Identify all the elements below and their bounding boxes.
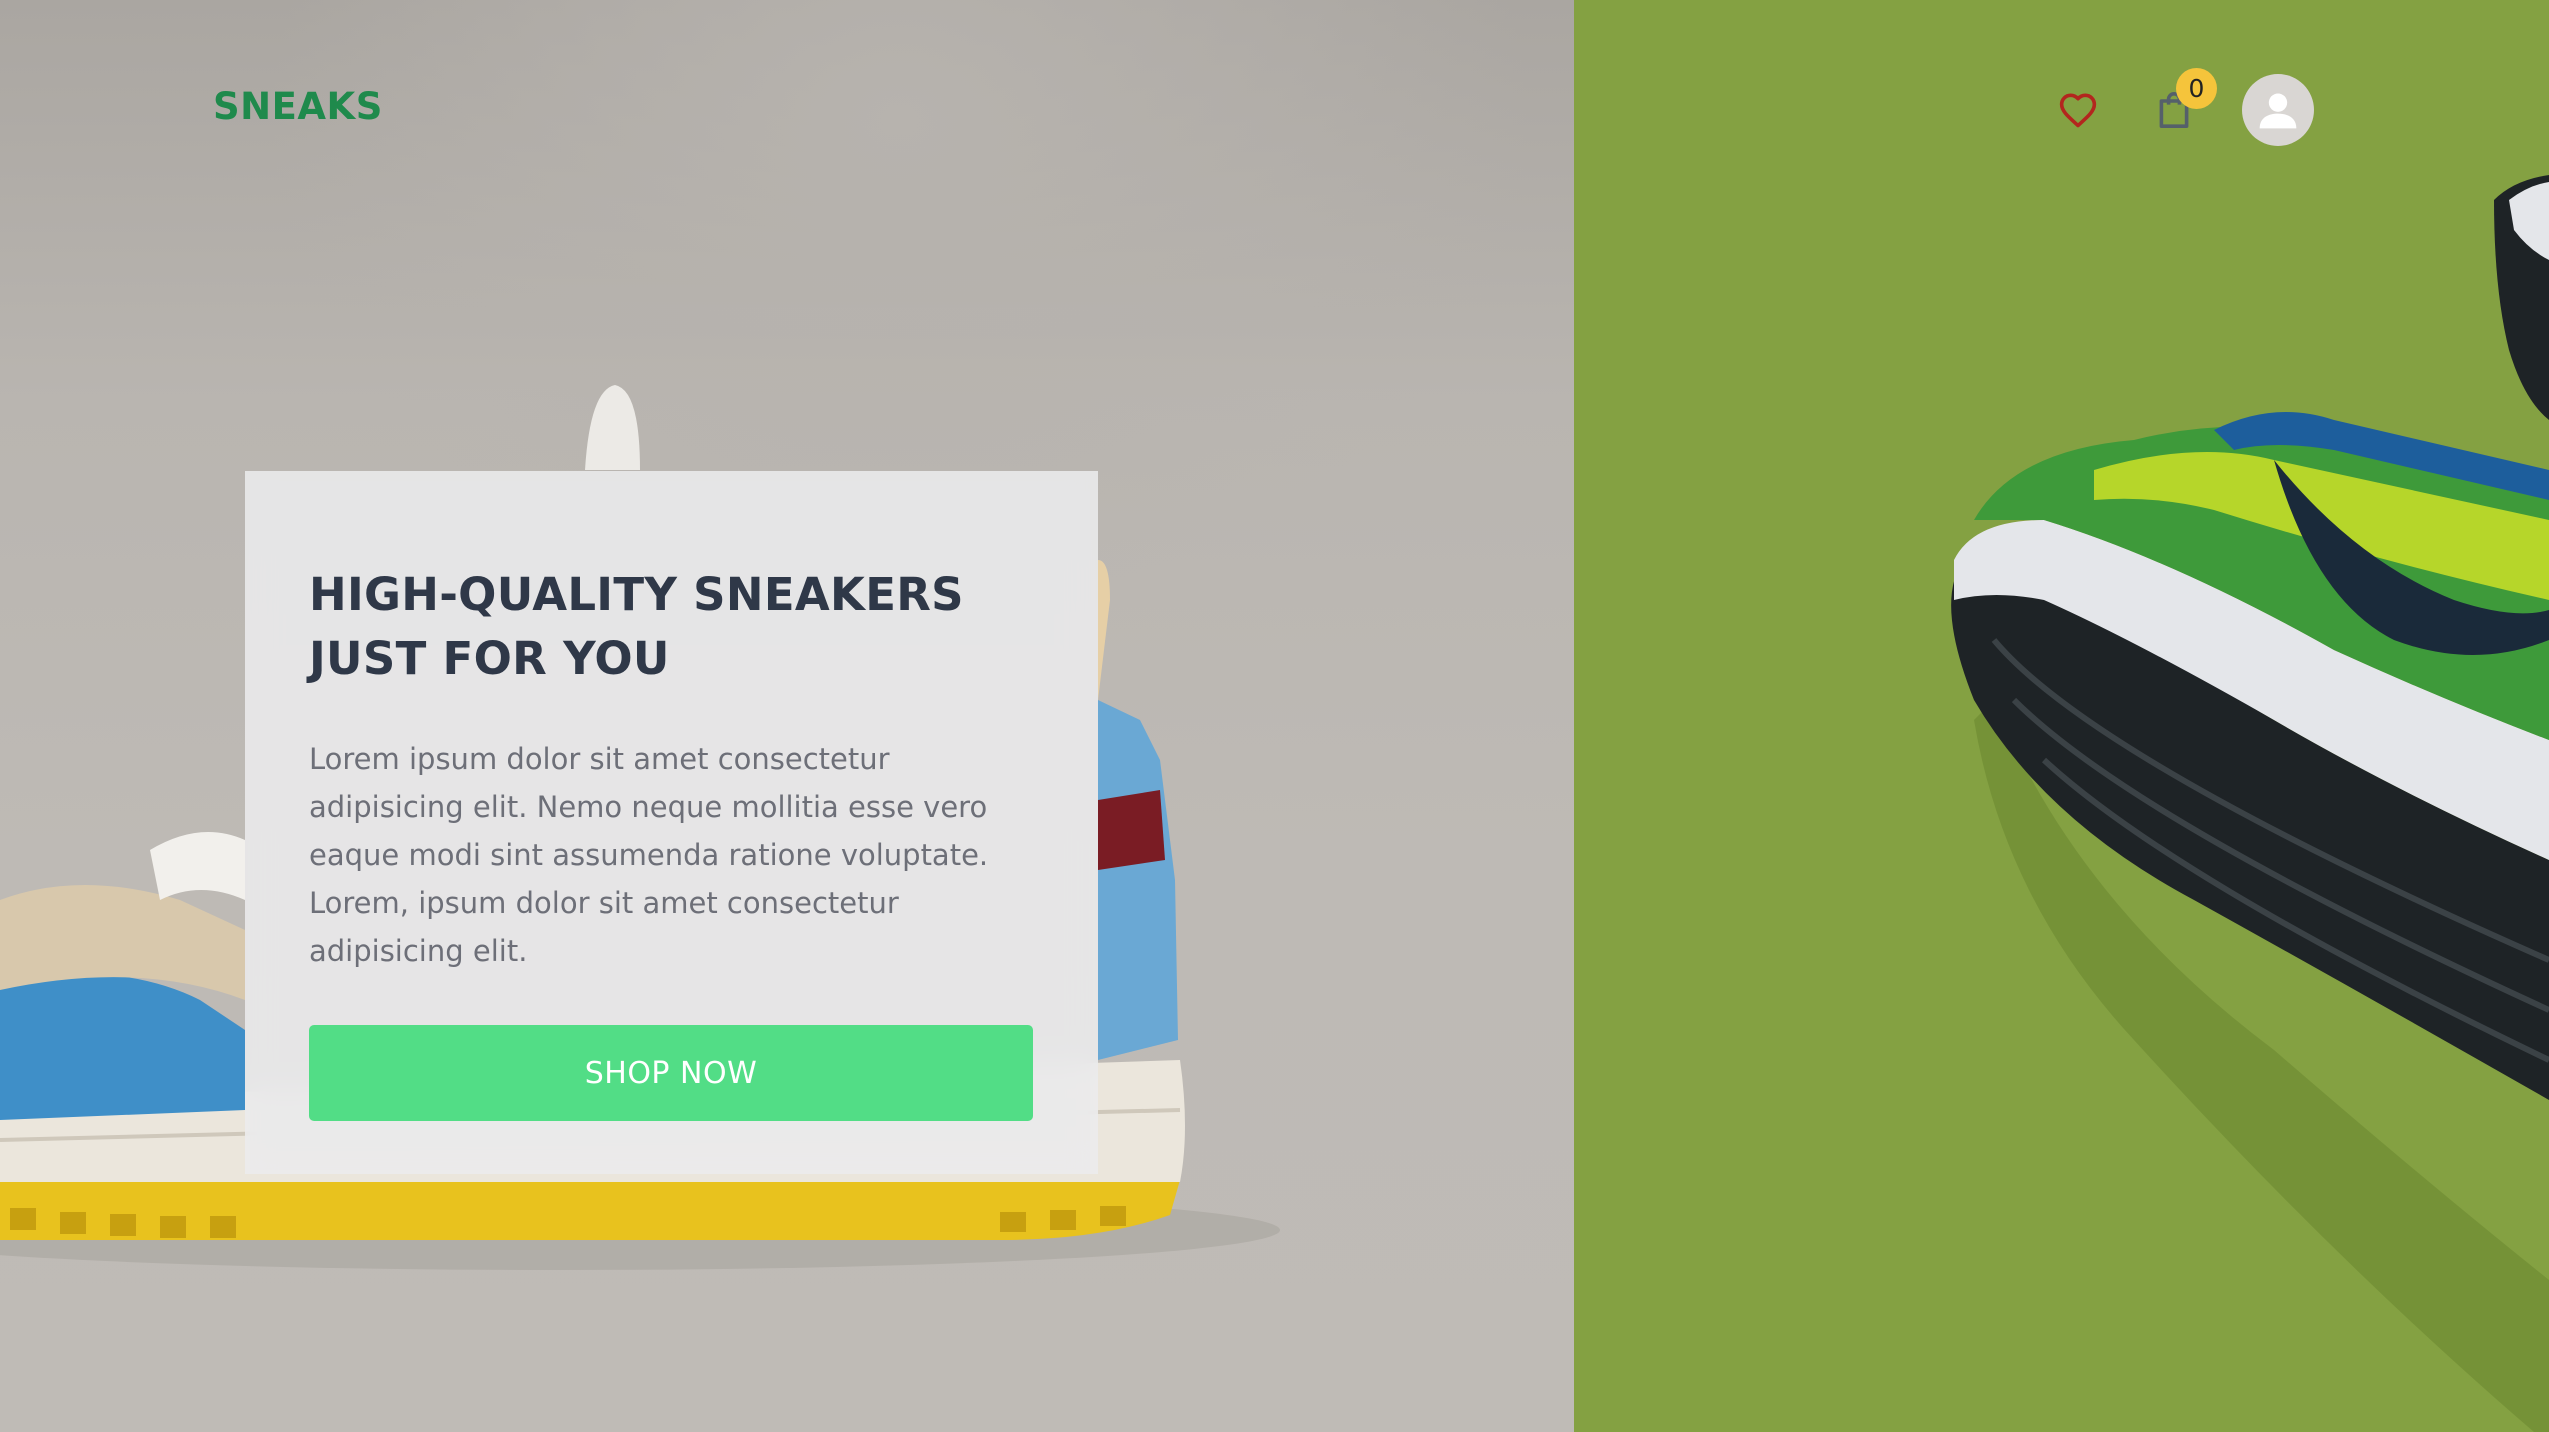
brand-logo[interactable]: SNEAKS — [213, 85, 383, 128]
hero-card: HIGH-QUALITY SNEAKERS JUST FOR YOU Lorem… — [245, 471, 1098, 1174]
hero-description: Lorem ipsum dolor sit amet consectetur a… — [309, 742, 989, 968]
wishlist-button[interactable] — [2040, 72, 2116, 148]
hero-title-line-2: JUST FOR YOU — [309, 632, 670, 685]
user-avatar-icon — [2259, 93, 2297, 129]
cart-count-badge: 0 — [2176, 68, 2217, 109]
hero-right-image-panel — [1574, 0, 2549, 1432]
heart-icon — [2059, 93, 2097, 128]
header-actions: 0 — [2040, 68, 2314, 148]
cart-button[interactable]: 0 — [2136, 68, 2217, 148]
sneaker-photo-right — [1951, 175, 2549, 1432]
shop-now-button[interactable]: SHOP NOW — [309, 1025, 1033, 1121]
hero-title: HIGH-QUALITY SNEAKERS JUST FOR YOU — [309, 563, 1034, 691]
hero-title-line-1: HIGH-QUALITY SNEAKERS — [309, 568, 964, 621]
user-avatar-button[interactable] — [2242, 74, 2314, 146]
